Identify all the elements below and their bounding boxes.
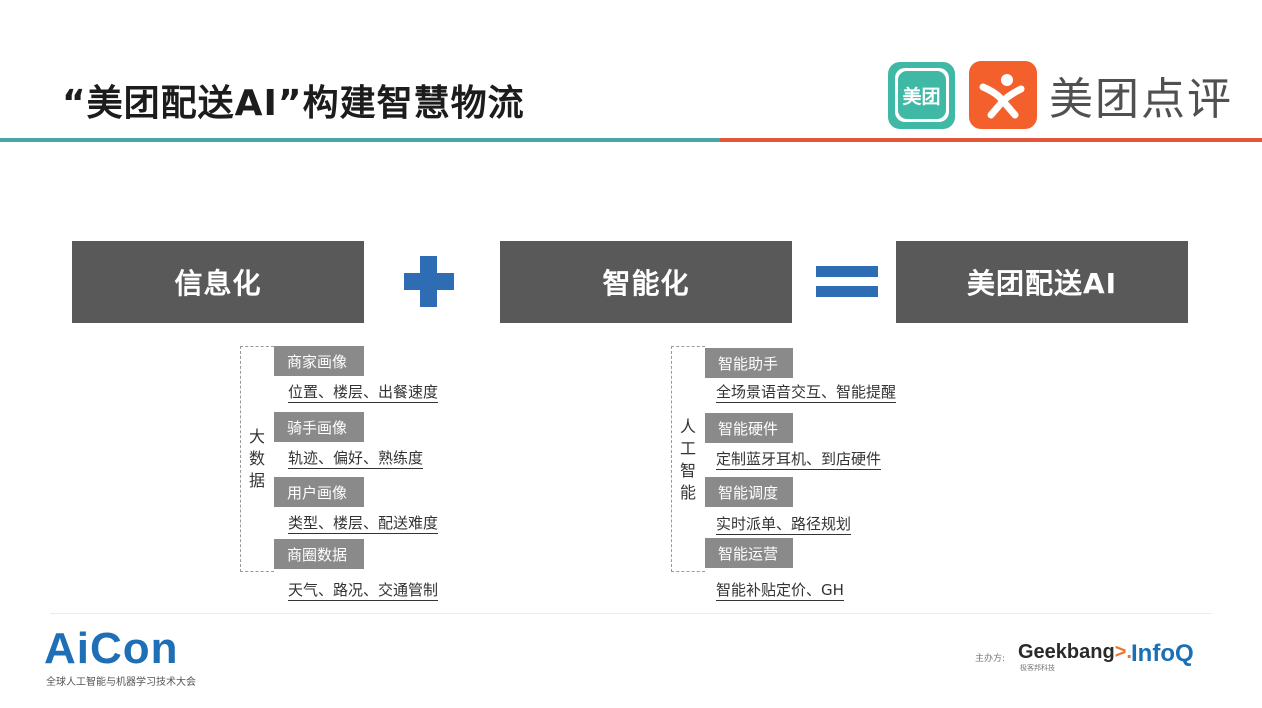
result-box: 美团配送AI [896,241,1188,323]
ai-detail: 智能补贴定价、GH [716,581,844,601]
ai-detail: 实时派单、路径规划 [716,515,852,535]
person-icon [979,74,1025,119]
geekbang-subtitle: 极客邦科技 [1020,664,1055,672]
slide-title: “美团配送AI”构建智慧物流 [62,83,525,124]
informatization-box: 信息化 [72,241,364,323]
ai-label: 人工智能 [679,417,696,502]
big-data-tag: 商家画像 [274,346,364,376]
ai-tag: 智能运营 [705,538,793,568]
big-data-detail: 类型、楼层、配送难度 [288,514,439,534]
brand-name: 美团点评 [1049,74,1233,125]
ai-detail: 定制蓝牙耳机、到店硬件 [716,450,882,470]
geekbang-logo-text: Geekbang [1018,641,1115,663]
header-rule-teal [0,138,720,142]
meituan-logo-text: 美团 [897,71,946,119]
ai-tag: 智能助手 [705,348,793,378]
big-data-detail: 位置、楼层、出餐速度 [288,383,439,403]
big-data-tag: 商圈数据 [274,539,364,569]
sponsor-label: 主办方: [975,654,1006,664]
big-data-detail: 天气、路况、交通管制 [288,581,439,601]
aicon-subtitle: 全球人工智能与机器学习技术大会 [46,677,196,688]
big-data-detail: 轨迹、偏好、熟练度 [288,449,424,469]
intelligentization-box: 智能化 [500,241,792,323]
aicon-logo: AiCon [44,624,179,673]
infoq-logo: InfoQ [1131,640,1194,667]
ai-tag: 智能硬件 [705,413,793,443]
dianping-logo-icon [969,61,1037,129]
ai-detail: 全场景语音交互、智能提醒 [716,383,897,403]
geekbang-logo: Geekbang>. [1018,641,1132,664]
footer-divider [50,613,1212,614]
meituan-logo: 美团 [888,61,955,129]
geekbang-arrow: >. [1114,641,1132,663]
big-data-tag: 骑手画像 [274,412,364,442]
header-rule-orange [720,138,1262,142]
brand-logos: 美团 美团点评 [888,60,1233,130]
big-data-tag: 用户画像 [274,477,364,507]
ai-tag: 智能调度 [705,477,793,507]
big-data-label: 大数据 [248,427,265,490]
